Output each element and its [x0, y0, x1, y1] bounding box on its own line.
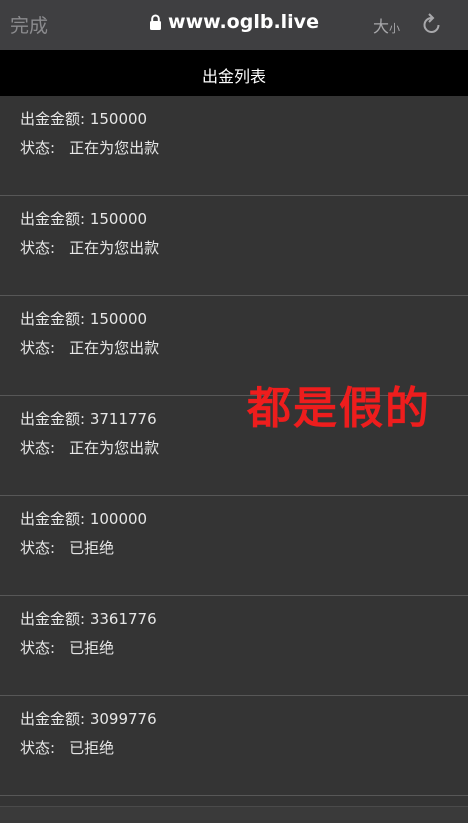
amount-line: 出金金额: 150000	[20, 308, 147, 329]
status-label: 状态:	[20, 639, 56, 657]
amount-value: 3711776	[89, 410, 157, 428]
amount-line: 出金金额: 3099776	[20, 708, 157, 729]
status-value: 正在为您出款	[69, 439, 160, 457]
amount-value: 3099776	[89, 710, 157, 728]
fake-warning-overlay: 都是假的	[247, 383, 431, 434]
status-label: 状态:	[20, 439, 56, 457]
status-label: 状态:	[20, 539, 56, 557]
status-line: 状态: 已拒绝	[20, 637, 114, 658]
status-line: 状态: 正在为您出款	[20, 437, 159, 458]
browser-bottom-toolbar	[0, 806, 468, 823]
amount-label: 出金金额:	[20, 510, 86, 528]
amount-label: 出金金额:	[20, 410, 86, 428]
withdrawal-list: 出金金额: 150000 状态: 正在为您出款 出金金额: 150000 状态: 正…	[0, 96, 468, 796]
amount-value: 100000	[89, 510, 148, 528]
amount-value: 150000	[89, 210, 148, 228]
amount-line: 出金金额: 3711776	[20, 408, 157, 429]
amount-label: 出金金额:	[20, 210, 86, 228]
text-size-big-label: 大	[373, 17, 390, 36]
amount-line: 出金金额: 150000	[20, 208, 147, 229]
list-item[interactable]: 出金金额: 100000 状态: 已拒绝	[0, 496, 468, 596]
amount-line: 出金金额: 150000	[20, 108, 147, 129]
url-text: www.oglb.live	[168, 11, 319, 33]
amount-label: 出金金额:	[20, 110, 86, 128]
status-label: 状态:	[20, 339, 56, 357]
status-label: 状态:	[20, 239, 56, 257]
amount-value: 3361776	[89, 610, 157, 628]
status-label: 状态:	[20, 139, 56, 157]
status-line: 状态: 已拒绝	[20, 737, 114, 758]
amount-line: 出金金额: 3361776	[20, 608, 157, 629]
status-value: 已拒绝	[69, 639, 115, 657]
lock-icon	[150, 14, 162, 30]
browser-address-bar: 完成 www.oglb.live 大小	[0, 0, 468, 50]
list-item[interactable]: 出金金额: 150000 状态: 正在为您出款	[0, 196, 468, 296]
status-value: 已拒绝	[69, 739, 115, 757]
list-item[interactable]: 出金金额: 150000 状态: 正在为您出款	[0, 96, 468, 196]
amount-label: 出金金额:	[20, 710, 86, 728]
text-size-small-label: 小	[389, 22, 401, 35]
page-header: 出金列表	[0, 50, 468, 96]
status-line: 状态: 正在为您出款	[20, 137, 159, 158]
status-value: 正在为您出款	[69, 139, 160, 157]
status-line: 状态: 正在为您出款	[20, 237, 159, 258]
text-size-button[interactable]: 大小	[373, 13, 400, 37]
status-value: 正在为您出款	[69, 239, 160, 257]
list-item[interactable]: 出金金额: 3099776 状态: 已拒绝	[0, 696, 468, 796]
page-title: 出金列表	[201, 67, 266, 86]
amount-line: 出金金额: 100000	[20, 508, 147, 529]
amount-value: 150000	[89, 310, 148, 328]
amount-value: 150000	[89, 110, 148, 128]
list-item[interactable]: 出金金额: 3361776 状态: 已拒绝	[0, 596, 468, 696]
status-value: 正在为您出款	[69, 339, 160, 357]
amount-label: 出金金额:	[20, 310, 86, 328]
status-line: 状态: 已拒绝	[20, 537, 114, 558]
reload-icon[interactable]	[421, 12, 443, 36]
status-line: 状态: 正在为您出款	[20, 337, 159, 358]
amount-label: 出金金额:	[20, 610, 86, 628]
status-value: 已拒绝	[69, 539, 115, 557]
status-label: 状态:	[20, 739, 56, 757]
